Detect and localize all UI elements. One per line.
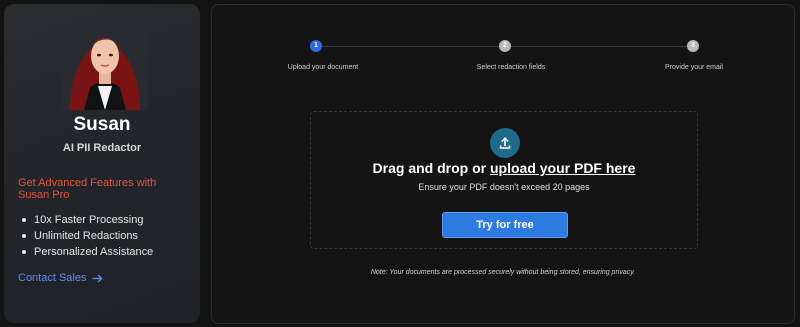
dropzone-title-text: Drag and drop or — [372, 160, 490, 176]
feature-list: 10x Faster Processing Unlimited Redactio… — [18, 212, 153, 260]
step-1-indicator: 1 — [310, 40, 322, 52]
bullet-icon — [22, 250, 26, 254]
upload-arrow-icon — [490, 128, 520, 158]
step-3-indicator: 3 — [687, 40, 699, 52]
step-3-label: Provide your email — [665, 64, 723, 71]
try-for-free-button[interactable]: Try for free — [442, 212, 568, 238]
profile-name: Susan — [73, 114, 131, 135]
profile-role: AI PII Redactor — [62, 142, 142, 154]
contact-sales-link[interactable]: Contact Sales — [18, 272, 104, 284]
avatar — [62, 18, 148, 110]
step-2-indicator: 2 — [499, 40, 511, 52]
arrow-right-icon — [92, 274, 104, 283]
feature-label: Unlimited Redactions — [34, 230, 138, 242]
privacy-note: Note: Your documents are processed secur… — [370, 269, 636, 276]
contact-sales-label: Contact Sales — [18, 272, 87, 284]
upload-panel: 1 Upload your document 2 Select redactio… — [211, 4, 795, 324]
step-2-label: Select redaction fields — [476, 64, 546, 71]
step-1-label: Upload your document — [287, 64, 359, 71]
upload-pdf-link[interactable]: upload your PDF here — [490, 160, 635, 176]
dropzone-title: Drag and drop or upload your PDF here — [311, 160, 697, 176]
pdf-dropzone[interactable]: Drag and drop or upload your PDF here En… — [310, 111, 698, 249]
list-item: Unlimited Redactions — [18, 228, 153, 244]
bullet-icon — [22, 234, 26, 238]
bullet-icon — [22, 218, 26, 222]
list-item: Personalized Assistance — [18, 244, 153, 260]
list-item: 10x Faster Processing — [18, 212, 153, 228]
feature-label: 10x Faster Processing — [34, 214, 144, 226]
promo-heading: Get Advanced Features with Susan Pro — [18, 177, 157, 201]
feature-label: Personalized Assistance — [34, 246, 154, 258]
dropzone-subtitle: Ensure your PDF doesn't exceed 20 pages — [418, 182, 590, 192]
sidebar-card: Susan AI PII Redactor Get Advanced Featu… — [4, 4, 200, 323]
